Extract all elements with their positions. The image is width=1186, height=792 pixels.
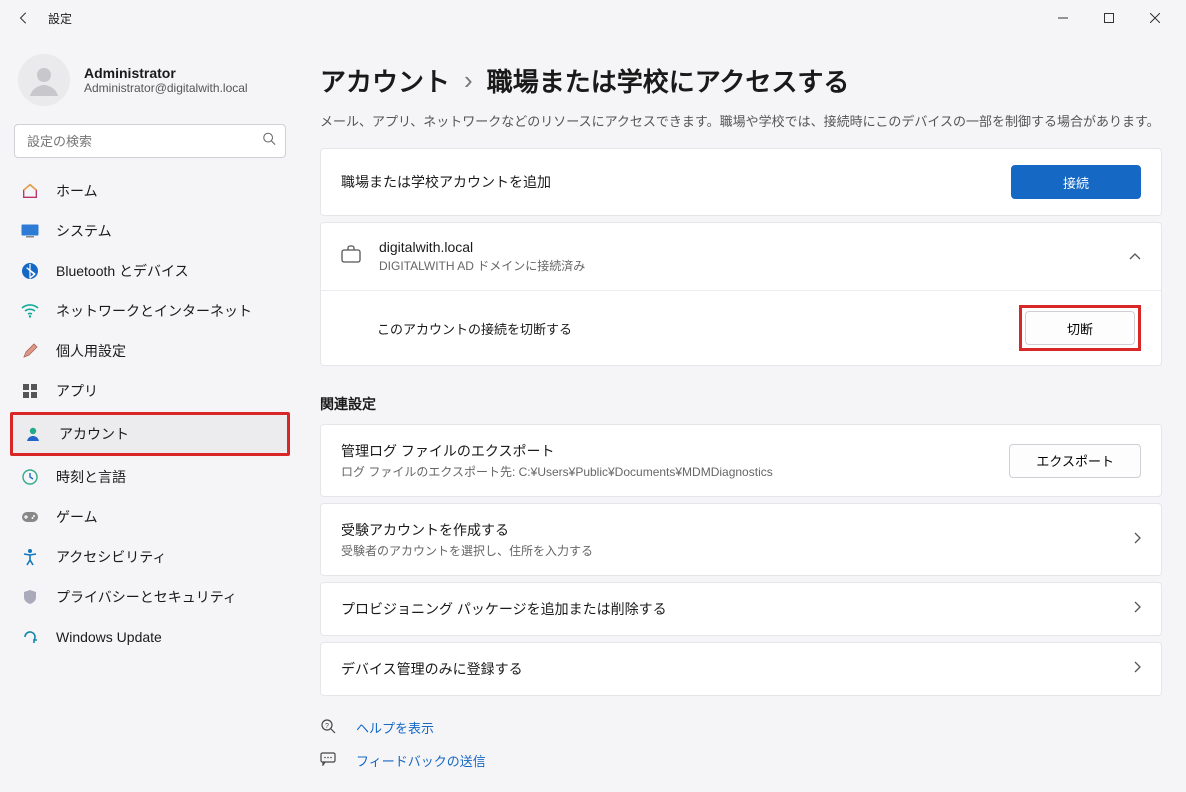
profile[interactable]: Administrator Administrator@digitalwith.… bbox=[10, 44, 290, 124]
nav-network[interactable]: ネットワークとインターネット bbox=[10, 292, 290, 330]
nav-privacy[interactable]: プライバシーとセキュリティ bbox=[10, 578, 290, 616]
related-title: 管理ログ ファイルのエクスポート bbox=[341, 441, 991, 461]
breadcrumb: アカウント › 職場または学校にアクセスする bbox=[320, 62, 1162, 99]
nav-label: システム bbox=[56, 221, 112, 241]
add-account-title: 職場または学校アカウントを追加 bbox=[341, 172, 993, 192]
nav-label: アクセシビリティ bbox=[56, 547, 166, 567]
nav-label: アカウント bbox=[59, 424, 129, 444]
nav-label: ゲーム bbox=[56, 507, 98, 527]
home-icon bbox=[20, 181, 40, 201]
feedback-label: フィードバックの送信 bbox=[356, 751, 486, 770]
breadcrumb-parent[interactable]: アカウント bbox=[320, 62, 450, 99]
minimize-button[interactable] bbox=[1040, 2, 1086, 34]
nav-accounts-highlight: アカウント bbox=[10, 412, 290, 456]
nav-label: アプリ bbox=[56, 381, 98, 401]
connected-account-card: digitalwith.local DIGITALWITH AD ドメインに接続… bbox=[320, 222, 1162, 366]
svg-text:?: ? bbox=[325, 723, 329, 730]
nav-home[interactable]: ホーム bbox=[10, 172, 290, 210]
help-label: ヘルプを表示 bbox=[356, 718, 434, 737]
disconnect-highlight: 切断 bbox=[1019, 305, 1141, 351]
profile-name: Administrator bbox=[84, 65, 248, 81]
help-icon: ? bbox=[320, 718, 338, 737]
window-title: 設定 bbox=[48, 10, 72, 27]
nav-accounts[interactable]: アカウント bbox=[13, 415, 287, 453]
related-title: デバイス管理のみに登録する bbox=[341, 659, 1115, 679]
page-subtitle: メール、アプリ、ネットワークなどのリソースにアクセスできます。職場や学校では、接… bbox=[320, 111, 1162, 130]
related-test-account-card[interactable]: 受験アカウントを作成する 受験者のアカウントを選択し、住所を入力する bbox=[320, 503, 1162, 576]
nav-label: Windows Update bbox=[56, 629, 162, 645]
nav-personalization[interactable]: 個人用設定 bbox=[10, 332, 290, 370]
related-sub: ログ ファイルのエクスポート先: C:¥Users¥Public¥Documen… bbox=[341, 463, 991, 480]
chevron-up-icon bbox=[1129, 248, 1141, 266]
nav-update[interactable]: Windows Update bbox=[10, 618, 290, 656]
accessibility-icon bbox=[20, 547, 40, 567]
maximize-button[interactable] bbox=[1086, 2, 1132, 34]
bluetooth-icon bbox=[20, 261, 40, 281]
nav-system[interactable]: システム bbox=[10, 212, 290, 250]
feedback-link[interactable]: フィードバックの送信 bbox=[320, 751, 1162, 770]
gaming-icon bbox=[20, 507, 40, 527]
related-sub: 受験者のアカウントを選択し、住所を入力する bbox=[341, 542, 1115, 559]
back-button[interactable] bbox=[8, 2, 40, 34]
add-account-card: 職場または学校アカウントを追加 接続 bbox=[320, 148, 1162, 216]
nav-label: 時刻と言語 bbox=[56, 467, 126, 487]
chevron-right-icon bbox=[1133, 660, 1141, 678]
profile-email: Administrator@digitalwith.local bbox=[84, 81, 248, 95]
chevron-right-icon bbox=[1133, 600, 1141, 618]
briefcase-icon bbox=[341, 245, 361, 268]
main-content: アカウント › 職場または学校にアクセスする メール、アプリ、ネットワークなどの… bbox=[300, 36, 1186, 792]
nav-gaming[interactable]: ゲーム bbox=[10, 498, 290, 536]
time-icon bbox=[20, 467, 40, 487]
related-provisioning-card[interactable]: プロビジョニング パッケージを追加または削除する bbox=[320, 582, 1162, 636]
search-input[interactable] bbox=[14, 124, 286, 158]
chevron-right-icon bbox=[1133, 531, 1141, 549]
nav-bluetooth[interactable]: Bluetooth とデバイス bbox=[10, 252, 290, 290]
connected-detail: DIGITALWITH AD ドメインに接続済み bbox=[379, 257, 1111, 274]
titlebar: 設定 bbox=[0, 0, 1186, 36]
export-button[interactable]: エクスポート bbox=[1009, 444, 1141, 478]
connected-name: digitalwith.local bbox=[379, 239, 1111, 255]
sidebar: Administrator Administrator@digitalwith.… bbox=[0, 36, 300, 792]
feedback-icon bbox=[320, 752, 338, 769]
nav-label: ネットワークとインターネット bbox=[56, 301, 252, 321]
connected-account-row[interactable]: digitalwith.local DIGITALWITH AD ドメインに接続… bbox=[321, 223, 1161, 290]
update-icon bbox=[20, 627, 40, 647]
related-export-card: 管理ログ ファイルのエクスポート ログ ファイルのエクスポート先: C:¥Use… bbox=[320, 424, 1162, 497]
related-device-management-card[interactable]: デバイス管理のみに登録する bbox=[320, 642, 1162, 696]
network-icon bbox=[20, 301, 40, 321]
related-title: 受験アカウントを作成する bbox=[341, 520, 1115, 540]
system-icon bbox=[20, 221, 40, 241]
related-settings-heading: 関連設定 bbox=[320, 394, 1162, 414]
nav-list: ホーム システム Bluetooth とデバイス ネットワークとインターネット … bbox=[10, 172, 290, 656]
nav-apps[interactable]: アプリ bbox=[10, 372, 290, 410]
avatar bbox=[18, 54, 70, 106]
personalization-icon bbox=[20, 341, 40, 361]
nav-label: Bluetooth とデバイス bbox=[56, 261, 189, 281]
related-title: プロビジョニング パッケージを追加または削除する bbox=[341, 599, 1115, 619]
search-box bbox=[14, 124, 286, 158]
nav-time[interactable]: 時刻と言語 bbox=[10, 458, 290, 496]
search-icon bbox=[262, 132, 276, 151]
nav-label: プライバシーとセキュリティ bbox=[56, 587, 237, 607]
nav-label: ホーム bbox=[56, 181, 98, 201]
disconnect-button[interactable]: 切断 bbox=[1025, 311, 1135, 345]
apps-icon bbox=[20, 381, 40, 401]
close-button[interactable] bbox=[1132, 2, 1178, 34]
connect-button[interactable]: 接続 bbox=[1011, 165, 1141, 199]
help-link[interactable]: ? ヘルプを表示 bbox=[320, 718, 1162, 737]
breadcrumb-separator: › bbox=[464, 65, 473, 96]
breadcrumb-current: 職場または学校にアクセスする bbox=[487, 62, 850, 99]
nav-accessibility[interactable]: アクセシビリティ bbox=[10, 538, 290, 576]
disconnect-description: このアカウントの接続を切断する bbox=[377, 319, 1019, 338]
privacy-icon bbox=[20, 587, 40, 607]
accounts-icon bbox=[23, 424, 43, 444]
nav-label: 個人用設定 bbox=[56, 341, 126, 361]
